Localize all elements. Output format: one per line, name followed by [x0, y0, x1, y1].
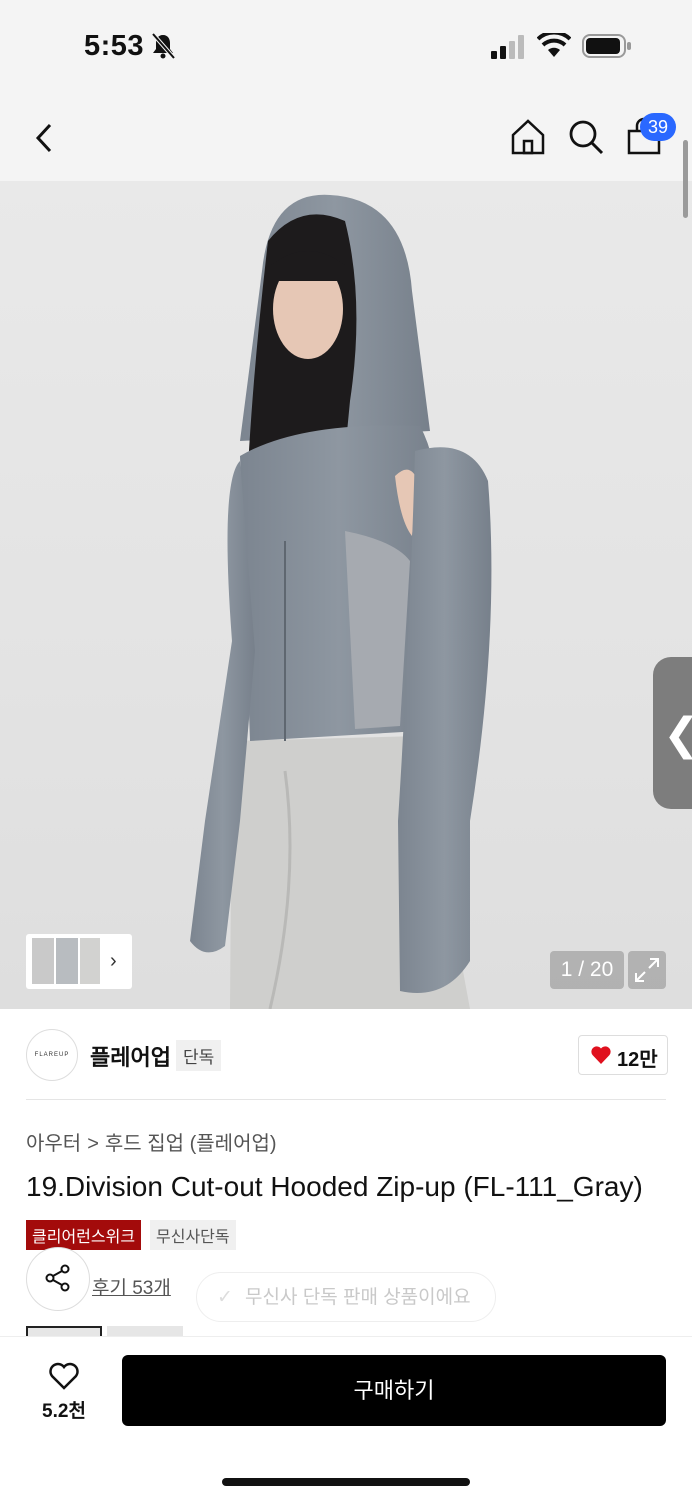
share-button[interactable] [26, 1247, 90, 1311]
toast-text: 무신사 단독 판매 상품이에요 [245, 1287, 471, 1308]
chevron-right-icon: › [110, 950, 117, 972]
gallery-thumbnail-strip[interactable]: › [26, 934, 132, 989]
status-time: 5:53 [84, 30, 145, 62]
color-option-selected[interactable] [26, 1326, 102, 1336]
back-arrow-icon[interactable] [30, 121, 60, 155]
side-drawer-tab[interactable]: ❮ [653, 657, 692, 809]
home-indicator[interactable] [222, 1478, 470, 1486]
thumbnail [56, 938, 78, 984]
wishlist-button[interactable]: 5.2천 [26, 1356, 102, 1426]
exclusive-toast: ✓ 무신사 단독 판매 상품이에요 [196, 1272, 496, 1322]
heart-filled-icon [591, 1046, 611, 1064]
brand-name[interactable]: 플레어업 [90, 1040, 171, 1072]
model-photo [190, 194, 492, 1009]
wifi-icon [537, 33, 571, 57]
color-option[interactable] [107, 1326, 183, 1336]
breadcrumb-item[interactable]: 아우터 [26, 1133, 81, 1155]
page-scrollbar[interactable] [683, 140, 688, 218]
breadcrumb-separator: > [87, 1133, 99, 1155]
heart-outline-icon [49, 1362, 79, 1390]
clearance-badge: 클리어런스위크 [26, 1220, 142, 1250]
thumbnail [32, 938, 54, 984]
search-icon[interactable] [566, 117, 606, 157]
reviews-link[interactable]: 후기 53개 [92, 1273, 171, 1300]
brand-like-button[interactable]: 12만 [578, 1035, 668, 1075]
breadcrumb: 아우터 > 후드 집업 (플레어업) [26, 1127, 277, 1156]
bell-muted-icon [151, 32, 176, 60]
cart-count-badge: 39 [640, 113, 676, 141]
image-counter: 1 / 20 [550, 951, 624, 989]
chevron-left-icon: ❮ [663, 709, 692, 760]
divider [26, 1099, 666, 1100]
buy-button[interactable]: 구매하기 [122, 1355, 666, 1426]
top-nav [0, 95, 692, 181]
product-image[interactable] [0, 181, 692, 1009]
brand-logo[interactable]: FLAREUP [26, 1029, 78, 1081]
exclusive-tag: 단독 [176, 1040, 222, 1071]
home-icon[interactable] [508, 117, 548, 157]
breadcrumb-item[interactable]: 후드 집업 (플레어업) [105, 1133, 277, 1155]
battery-icon [582, 34, 631, 58]
product-title: 19.Division Cut-out Hooded Zip-up (FL-11… [26, 1171, 643, 1202]
exclusive-badge: 무신사단독 [150, 1220, 236, 1250]
brand-like-count: 12만 [617, 1049, 658, 1071]
expand-icon[interactable] [628, 951, 666, 989]
thumbnail [80, 938, 100, 984]
check-icon: ✓ [217, 1287, 233, 1308]
cellular-signal-icon [491, 35, 524, 59]
status-bar: 5:53 [0, 0, 692, 95]
share-icon [45, 1264, 70, 1292]
wishlist-count: 5.2천 [42, 1401, 86, 1422]
